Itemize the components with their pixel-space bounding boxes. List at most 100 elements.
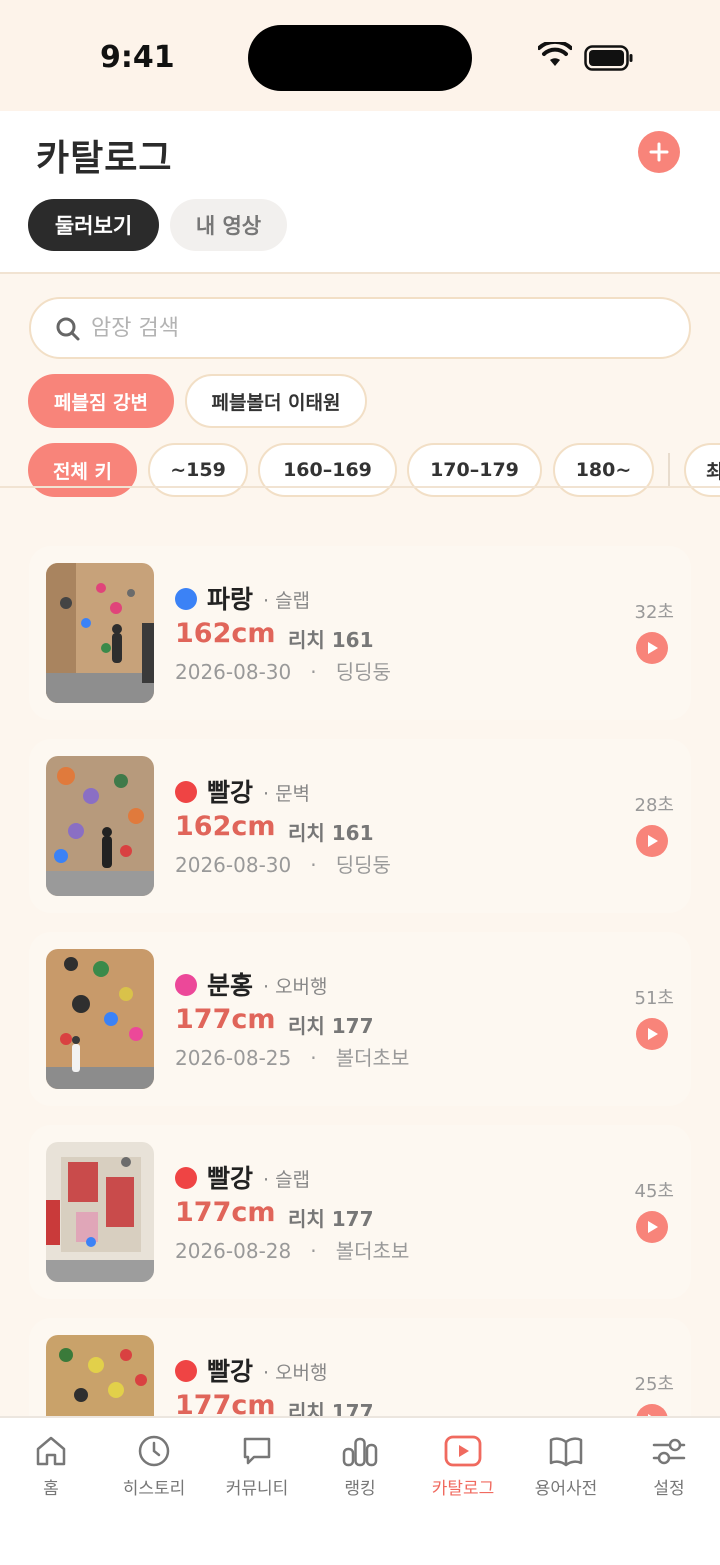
hold-color-dot (175, 1167, 197, 1189)
play-button[interactable] (636, 1211, 668, 1243)
tab-glossary[interactable]: 용어사전 (518, 1434, 614, 1499)
video-user: 볼더초보 (335, 1046, 410, 1070)
video-thumbnail (46, 756, 154, 896)
height-chip-under-159[interactable]: ~159 (148, 443, 248, 497)
tab-bar: 홈 히스토리 커뮤니티 랭킹 카탈로그 용어사전 설정 (0, 1416, 720, 1565)
climber-height: 162cm (175, 618, 276, 649)
tab-browse[interactable]: 둘러보기 (28, 199, 159, 251)
play-button[interactable] (636, 1018, 668, 1050)
climber-height: 177cm (175, 1004, 276, 1035)
play-video-icon (444, 1435, 482, 1467)
gym-chip-pebble-gangbyeon[interactable]: 페블짐 강변 (28, 374, 174, 428)
status-time: 9:41 (100, 40, 175, 75)
tab-label: 홈 (43, 1479, 59, 1499)
meta-separator: · (297, 660, 330, 684)
climber-reach: 리치 161 (288, 628, 374, 652)
gym-chip-pebble-itaewon[interactable]: 페블볼더 이태원 (185, 374, 367, 428)
climber-height: 162cm (175, 811, 276, 842)
search-bar[interactable] (29, 297, 691, 359)
tab-ranking[interactable]: 랭킹 (312, 1434, 408, 1499)
bar-chart-icon (342, 1437, 378, 1467)
tab-label: 용어사전 (534, 1479, 598, 1499)
video-thumbnail (46, 1142, 154, 1282)
hold-color-dot (175, 1360, 197, 1382)
status-bar: 9:41 (0, 0, 720, 111)
wall-type: · 오버행 (263, 1362, 328, 1384)
video-meta: 2026-08-25 · 볼더초보 (175, 1042, 409, 1071)
tab-community[interactable]: 커뮤니티 (209, 1434, 305, 1499)
video-meta: 2026-08-30 · 딩딩둥 (175, 656, 391, 685)
play-icon (648, 642, 658, 654)
video-duration: 32초 (634, 602, 674, 623)
height-chip-170-179[interactable]: 170–179 (407, 443, 542, 497)
video-date: 2026-08-25 (175, 1046, 292, 1070)
wall-type: · 슬랩 (263, 1169, 311, 1191)
chat-bubble-icon (243, 1437, 271, 1465)
video-date: 2026-08-30 (175, 660, 292, 684)
video-user: 딩딩둥 (335, 853, 391, 877)
video-duration: 45초 (634, 1181, 674, 1202)
climber-reach: 리치 177 (288, 1014, 374, 1038)
tab-history[interactable]: 히스토리 (106, 1434, 202, 1499)
climber-reach: 리치 177 (288, 1207, 374, 1231)
book-icon (549, 1437, 583, 1467)
tab-label: 설정 (653, 1479, 685, 1499)
tab-label: 카탈로그 (431, 1479, 495, 1499)
tab-home[interactable]: 홈 (3, 1434, 99, 1499)
filter-divider (0, 486, 720, 488)
video-card[interactable]: 빨강 · 슬랩 177cm 리치 177 2026-08-28 · 볼더초보 4… (29, 1125, 691, 1299)
meta-separator: · (297, 1046, 330, 1070)
play-button[interactable] (636, 825, 668, 857)
chip-truncated[interactable]: 최 (684, 443, 720, 497)
hold-color-name: 분홍 (207, 971, 254, 1000)
video-user: 볼더초보 (335, 1239, 410, 1263)
video-user: 딩딩둥 (335, 660, 391, 684)
tab-label: 랭킹 (344, 1479, 376, 1499)
play-icon (648, 1221, 658, 1233)
page-title: 카탈로그 (36, 138, 173, 179)
home-icon (36, 1436, 66, 1466)
clock-icon (138, 1435, 170, 1467)
tab-settings[interactable]: 설정 (621, 1434, 717, 1499)
video-duration: 51초 (634, 988, 674, 1009)
video-card[interactable]: 빨강 · 문벽 162cm 리치 161 2026-08-30 · 딩딩둥 28… (29, 739, 691, 913)
meta-separator: · (297, 1239, 330, 1263)
video-card[interactable]: 분홍 · 오버행 177cm 리치 177 2026-08-25 · 볼더초보 … (29, 932, 691, 1106)
dynamic-island (248, 25, 472, 91)
hold-color-dot (175, 974, 197, 996)
tab-my-videos[interactable]: 내 영상 (170, 199, 287, 251)
tab-label: 커뮤니티 (225, 1479, 289, 1499)
wall-type: · 문벽 (263, 783, 311, 805)
hold-color-dot (175, 781, 197, 803)
height-chip-160-169[interactable]: 160–169 (258, 443, 397, 497)
hold-color-name: 빨강 (207, 1164, 254, 1193)
search-input[interactable] (91, 299, 651, 357)
hold-color-name: 빨강 (207, 778, 254, 807)
hold-color-name: 파랑 (207, 585, 254, 614)
video-date: 2026-08-28 (175, 1239, 292, 1263)
video-meta: 2026-08-30 · 딩딩둥 (175, 849, 391, 878)
header: 카탈로그 둘러보기 내 영상 (0, 111, 720, 274)
climber-height: 177cm (175, 1197, 276, 1228)
video-thumbnail (46, 563, 154, 703)
tab-catalog[interactable]: 카탈로그 (415, 1434, 511, 1499)
video-date: 2026-08-30 (175, 853, 292, 877)
wifi-icon (538, 42, 572, 66)
chip-divider (668, 453, 670, 487)
tab-label: 히스토리 (122, 1479, 186, 1499)
play-icon (648, 835, 658, 847)
video-card[interactable]: 파랑 · 슬랩 162cm 리치 161 2026-08-30 · 딩딩둥 32… (29, 546, 691, 720)
add-button[interactable] (638, 131, 680, 173)
video-thumbnail (46, 949, 154, 1089)
plus-icon (649, 142, 669, 162)
wall-type: · 슬랩 (263, 590, 311, 612)
video-meta: 2026-08-28 · 볼더초보 (175, 1235, 409, 1264)
sliders-icon (652, 1438, 686, 1465)
wall-type: · 오버행 (263, 976, 328, 998)
height-chip-180-plus[interactable]: 180~ (553, 443, 654, 497)
meta-separator: · (297, 853, 330, 877)
height-chip-all[interactable]: 전체 키 (28, 443, 137, 497)
hold-color-name: 빨강 (207, 1357, 254, 1386)
play-button[interactable] (636, 632, 668, 664)
video-duration: 25초 (634, 1374, 674, 1395)
